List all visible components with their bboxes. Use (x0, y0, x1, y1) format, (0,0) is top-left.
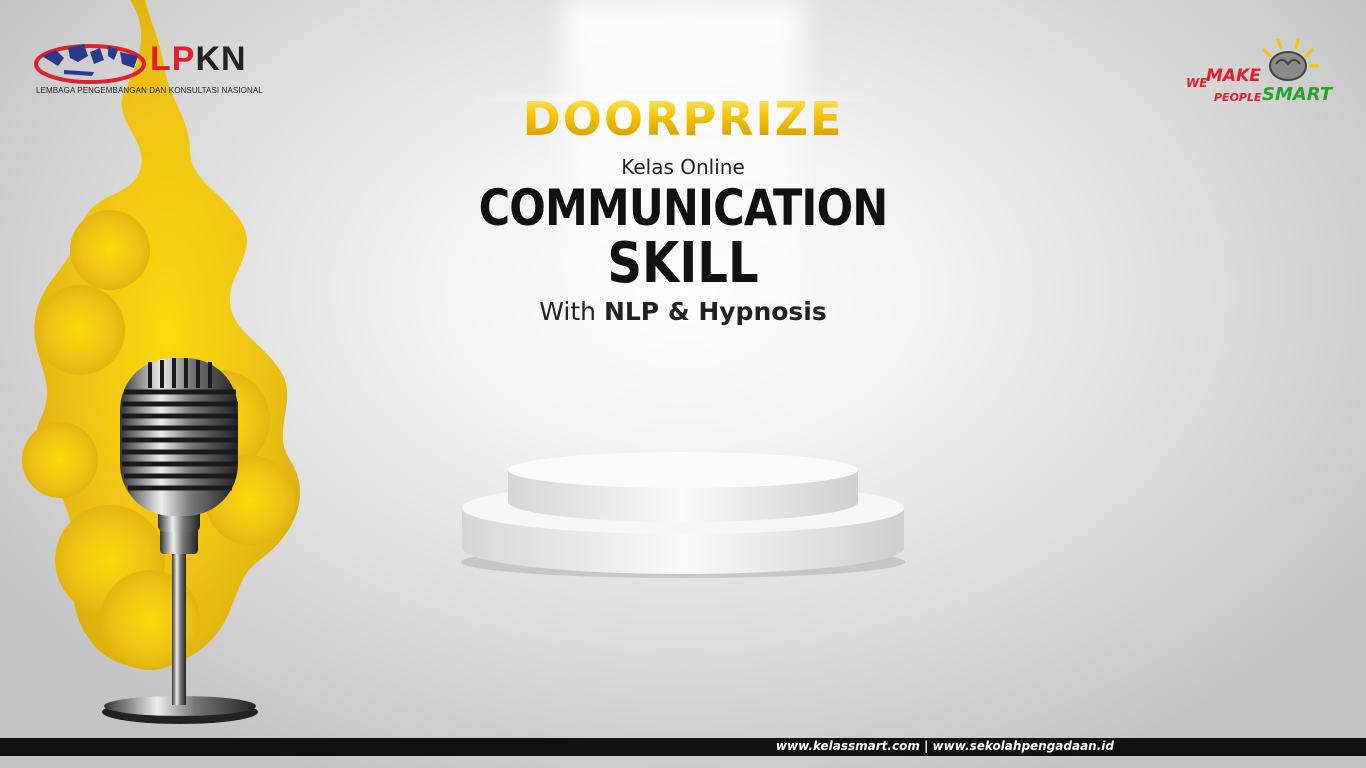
kicker: Kelas Online (621, 155, 745, 179)
lpkn-wordmark: LPKN (150, 40, 247, 79)
we-make-people-smart-logo: WE MAKE PEOPLE SMART (1180, 36, 1340, 116)
slogan-smart: SMART (1262, 84, 1333, 105)
smoke-microphone-illustration (22, 0, 300, 724)
indonesia-map-icon (34, 44, 146, 84)
slogan-we: WE (1186, 76, 1208, 90)
lpkn-wordmark-part2: KN (195, 40, 247, 78)
subtitle-with: With (539, 297, 596, 326)
lpkn-logo: LPKN LEMBAGA PENGEMBANGAN DAN KONSULTASI… (34, 36, 274, 98)
subtitle: With NLP & Hypnosis (383, 296, 983, 328)
slogan-people: PEOPLE (1214, 91, 1262, 104)
doorprize-label: DOORPRIZE (383, 88, 983, 150)
lpkn-subtitle: LEMBAGA PENGEMBANGAN DAN KONSULTASI NASI… (36, 86, 263, 95)
podium (461, 452, 905, 578)
title-line-1: COMMUNICATION (478, 179, 889, 237)
slogan-make: MAKE (1206, 66, 1261, 86)
subtitle-bold: NLP & Hypnosis (603, 297, 827, 326)
lpkn-wordmark-part1: LP (150, 40, 196, 78)
headline: DOORPRIZE Kelas Online COMMUNICATION SKI… (383, 88, 983, 328)
footer-websites: www.kelassmart.com | www.sekolahpengadaa… (775, 739, 1114, 753)
footer-bar: www.kelassmart.com | www.sekolahpengadaa… (0, 738, 1366, 756)
title-line-2: SKILL (607, 231, 759, 296)
